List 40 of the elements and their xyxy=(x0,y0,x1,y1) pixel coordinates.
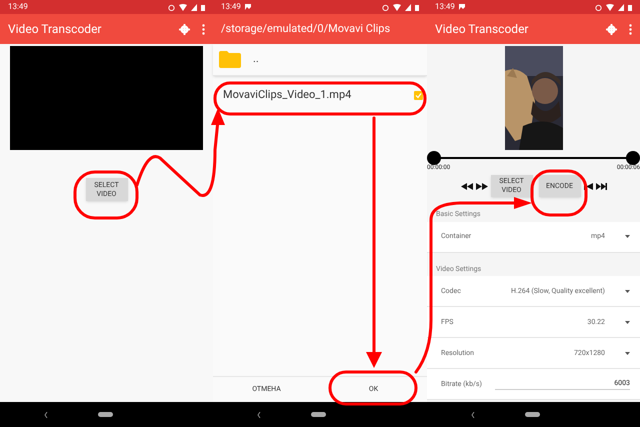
dropdown-icon xyxy=(625,235,630,238)
folder-path: /storage/emulated/0/Movavi Clips xyxy=(221,20,390,37)
battery-icon xyxy=(628,4,632,10)
back-icon[interactable] xyxy=(257,412,261,418)
menu-icon[interactable] xyxy=(202,24,205,34)
battery-icon xyxy=(415,4,419,10)
status-time: 13:49 xyxy=(8,3,28,11)
skip-forward-icon[interactable] xyxy=(596,182,606,190)
status-time: 13:49 xyxy=(435,3,455,11)
app-title: Video Transcoder xyxy=(8,21,102,38)
folder-item[interactable]: .. xyxy=(213,44,427,76)
app-title: Video Transcoder xyxy=(435,21,530,38)
menu-icon[interactable] xyxy=(629,24,632,34)
home-button[interactable] xyxy=(98,412,113,417)
file-item[interactable]: MovaviClips_Video_1.mp4 xyxy=(213,78,427,112)
signal-icon xyxy=(618,4,624,10)
dropdown-icon xyxy=(625,320,630,324)
slider-handle[interactable] xyxy=(427,151,441,165)
settings-icon[interactable] xyxy=(179,24,190,34)
trim-slider[interactable] xyxy=(427,151,640,165)
back-icon[interactable] xyxy=(44,412,48,418)
dropdown-icon xyxy=(625,290,630,292)
back-icon[interactable] xyxy=(471,412,475,418)
home-button[interactable] xyxy=(525,412,540,417)
battery-icon xyxy=(201,4,205,10)
wifi-icon xyxy=(393,4,401,10)
signal-icon xyxy=(191,4,197,10)
signal-icon xyxy=(405,4,411,10)
settings-icon[interactable] xyxy=(606,24,617,34)
home-button[interactable] xyxy=(311,412,326,417)
folder-icon xyxy=(219,51,241,68)
fast-forward-icon[interactable] xyxy=(476,182,488,190)
wifi-icon xyxy=(179,4,187,10)
wifi-icon xyxy=(606,4,614,10)
status-time: 13:49 xyxy=(221,3,241,11)
rewind-icon[interactable] xyxy=(460,182,472,190)
dropdown-icon xyxy=(625,352,630,354)
checkbox[interactable] xyxy=(414,90,423,100)
slider-handle[interactable] xyxy=(626,151,640,165)
skip-back-icon[interactable] xyxy=(584,182,592,190)
